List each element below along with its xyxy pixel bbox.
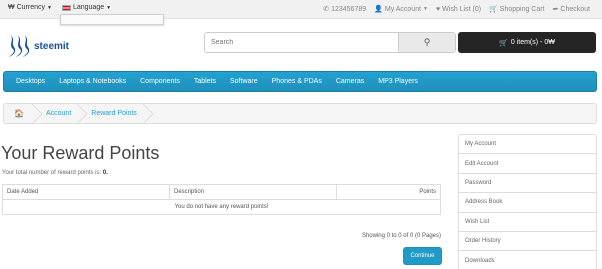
phone-icon: ✆	[323, 6, 330, 13]
total-points-text: Your total number of reward points is: 0…	[2, 170, 108, 176]
user-icon: 👤	[374, 6, 383, 13]
nav-item-software[interactable]: Software	[230, 78, 258, 85]
language-label: Language	[72, 4, 105, 11]
home-icon[interactable]: 🏠	[4, 104, 36, 123]
cart-icon: 🛒	[499, 39, 508, 47]
currency-icon: ₩	[8, 4, 15, 11]
heart-icon: ♥	[436, 5, 441, 13]
language-dropdown[interactable]	[60, 14, 164, 25]
chevron-down-icon: ▼	[423, 6, 428, 12]
nav-item-laptops[interactable]: Laptops & Notebooks	[59, 78, 126, 85]
cart-button[interactable]: 🛒 0 item(s) - 0₩	[458, 32, 596, 53]
sidebar-item-edit-account[interactable]: Edit Account	[459, 154, 596, 174]
search-bar: ⚲	[204, 32, 456, 53]
sidebar-item-my-account[interactable]: My Account	[459, 135, 596, 155]
col-points: Points	[336, 184, 441, 200]
wish-list-label: Wish List (0)	[442, 5, 482, 13]
search-input[interactable]	[205, 33, 398, 52]
sidebar-item-order-history[interactable]: Order History	[459, 232, 596, 252]
language-button[interactable]: Language ▼	[61, 4, 112, 11]
reward-points-table: Date Added Description Points You do not…	[2, 184, 441, 215]
breadcrumb-account[interactable]: Account	[36, 104, 81, 123]
search-button[interactable]: ⚲	[398, 33, 455, 52]
phone-number: 123456789	[331, 5, 367, 13]
logo[interactable]: steemit	[7, 33, 69, 59]
main-nav: Desktops Laptops & Notebooks Components …	[3, 71, 597, 92]
total-points-label: Your total number of reward points is:	[2, 170, 102, 176]
account-sidebar: My Account Edit Account Password Address…	[458, 134, 597, 269]
cart-label: 0 item(s) - 0₩	[510, 39, 555, 46]
sidebar-item-address-book[interactable]: Address Book	[459, 193, 596, 213]
phone-link[interactable]: ✆ 123456789	[323, 5, 367, 14]
nav-item-components[interactable]: Components	[140, 78, 180, 85]
chevron-down-icon: ▼	[47, 4, 52, 11]
cart-icon: 🛒	[489, 6, 498, 13]
sidebar-item-password[interactable]: Password	[459, 174, 596, 194]
col-date-added: Date Added	[2, 184, 170, 200]
flag-icon	[61, 4, 71, 11]
breadcrumb: 🏠 Account Reward Points	[3, 103, 597, 124]
table-row: You do not have any reward points!	[2, 199, 441, 215]
checkout-link[interactable]: ➦ Checkout	[552, 5, 590, 14]
total-points-value: 0.	[102, 170, 108, 176]
breadcrumb-reward-points[interactable]: Reward Points	[81, 104, 147, 123]
nav-item-tablets[interactable]: Tablets	[194, 78, 216, 85]
empty-message: You do not have any reward points!	[2, 199, 441, 215]
currency-button[interactable]: ₩ Currency ▼	[8, 4, 52, 11]
logo-text: steemit	[34, 40, 70, 52]
currency-label: Currency	[16, 4, 46, 11]
steemit-logo-icon	[9, 35, 30, 57]
shopping-cart-link[interactable]: 🛒 Shopping Cart	[489, 5, 545, 14]
continue-button[interactable]: Continue	[403, 247, 442, 265]
nav-item-mp3-players[interactable]: MP3 Players	[378, 78, 418, 85]
nav-item-cameras[interactable]: Cameras	[336, 78, 364, 85]
share-icon: ➦	[552, 6, 559, 13]
page-title: Your Reward Points	[1, 143, 160, 163]
nav-item-phones[interactable]: Phones & PDAs	[272, 78, 322, 85]
search-icon: ⚲	[423, 37, 431, 47]
wish-list-link[interactable]: ♥ Wish List (0)	[436, 6, 481, 13]
table-header-row: Date Added Description Points	[2, 184, 441, 200]
chevron-down-icon: ▼	[106, 4, 112, 11]
col-description: Description	[169, 184, 337, 200]
my-account-label: My Account	[384, 5, 422, 13]
sidebar-item-downloads[interactable]: Downloads	[459, 251, 596, 269]
nav-item-desktops[interactable]: Desktops	[16, 78, 45, 85]
pagination-text: Showing 0 to 0 of 0 (0 Pages)	[361, 233, 441, 239]
shopping-cart-label: Shopping Cart	[499, 5, 545, 13]
my-account-link[interactable]: 👤 My Account ▼	[374, 5, 428, 14]
checkout-label: Checkout	[560, 5, 590, 13]
sidebar-item-wish-list[interactable]: Wish List	[459, 213, 596, 232]
